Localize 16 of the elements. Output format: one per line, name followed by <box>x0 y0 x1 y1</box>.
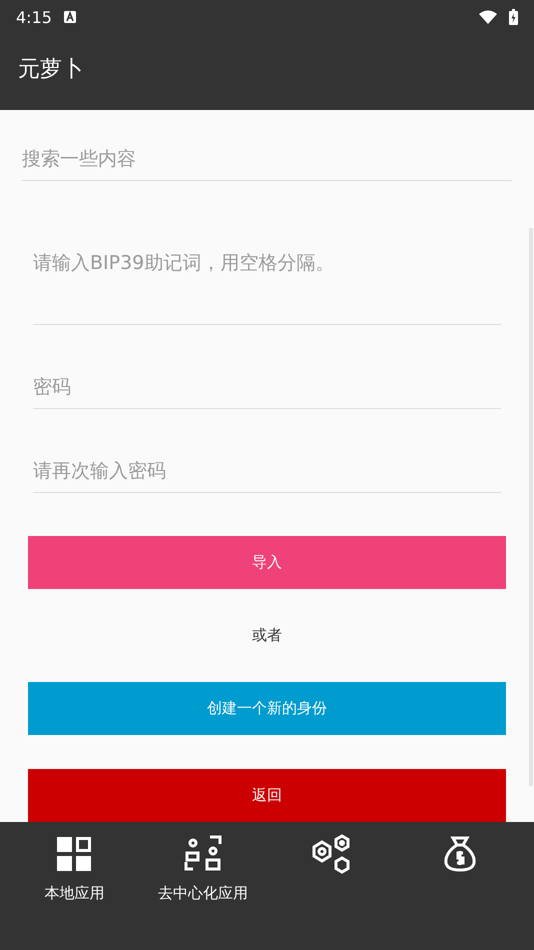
password-field[interactable]: 请再次输入密码 <box>33 409 501 493</box>
search-field[interactable]: 搜索一些内容 <box>22 110 512 181</box>
app-title: 元萝卜 <box>18 56 84 84</box>
battery-icon <box>509 9 518 25</box>
mnemonic-field[interactable]: 请输入BIP39助记词，用空格分隔。 <box>33 205 501 325</box>
wifi-icon <box>479 10 497 24</box>
password-field[interactable]: 密码 <box>33 325 501 409</box>
import-button[interactable]: 导入 <box>28 536 506 589</box>
or-label: 或者 <box>252 626 282 645</box>
create-identity-button[interactable]: 创建一个新的身份 <box>28 682 506 735</box>
nav-tab[interactable]: 去中心化应用 <box>138 822 267 950</box>
notification-icon <box>64 11 76 23</box>
status-time: 4:15 <box>16 8 52 26</box>
nav-tab[interactable]: 本地应用 <box>10 822 138 950</box>
hexagons-icon <box>311 834 352 874</box>
back-button[interactable]: 返回 <box>28 769 506 822</box>
